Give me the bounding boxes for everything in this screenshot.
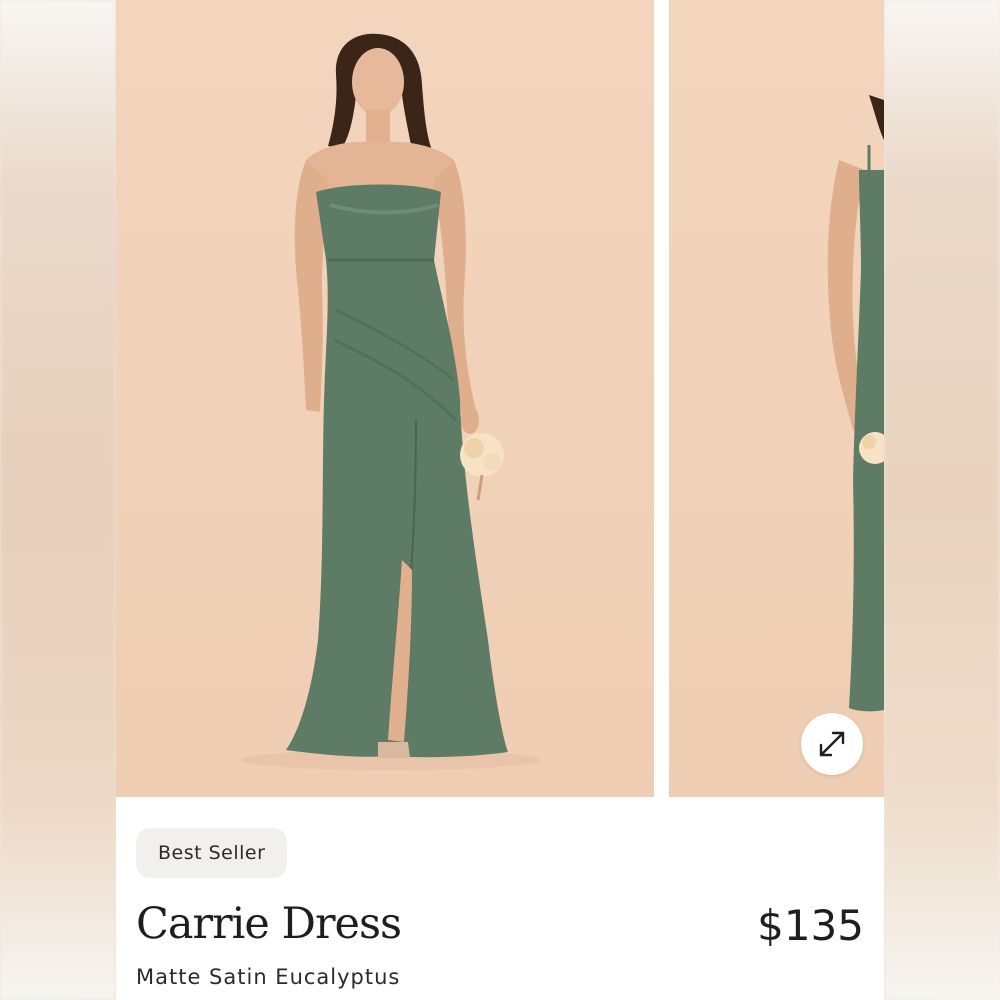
product-price: $135 bbox=[757, 901, 864, 950]
image-gallery[interactable] bbox=[116, 0, 884, 797]
best-seller-badge: Best Seller bbox=[136, 828, 288, 878]
blurred-left-margin bbox=[0, 0, 116, 1000]
product-variant: Matte Satin Eucalyptus bbox=[136, 965, 401, 989]
model-side-view-illustration bbox=[827, 95, 884, 712]
screenshot-frame: Best Seller Carrie Dress $135 Matte Sati… bbox=[0, 0, 1000, 1000]
blurred-right-margin bbox=[884, 0, 1000, 1000]
product-photo-main[interactable] bbox=[116, 0, 654, 797]
product-page: Best Seller Carrie Dress $135 Matte Sati… bbox=[116, 0, 884, 1000]
product-title: Carrie Dress bbox=[136, 899, 402, 949]
product-info: Best Seller Carrie Dress $135 Matte Sati… bbox=[116, 797, 884, 1000]
model-wearing-dress-illustration bbox=[241, 33, 541, 770]
expand-image-button[interactable] bbox=[801, 713, 863, 775]
product-photo-next[interactable] bbox=[669, 0, 884, 797]
expand-arrows-icon bbox=[819, 731, 845, 757]
